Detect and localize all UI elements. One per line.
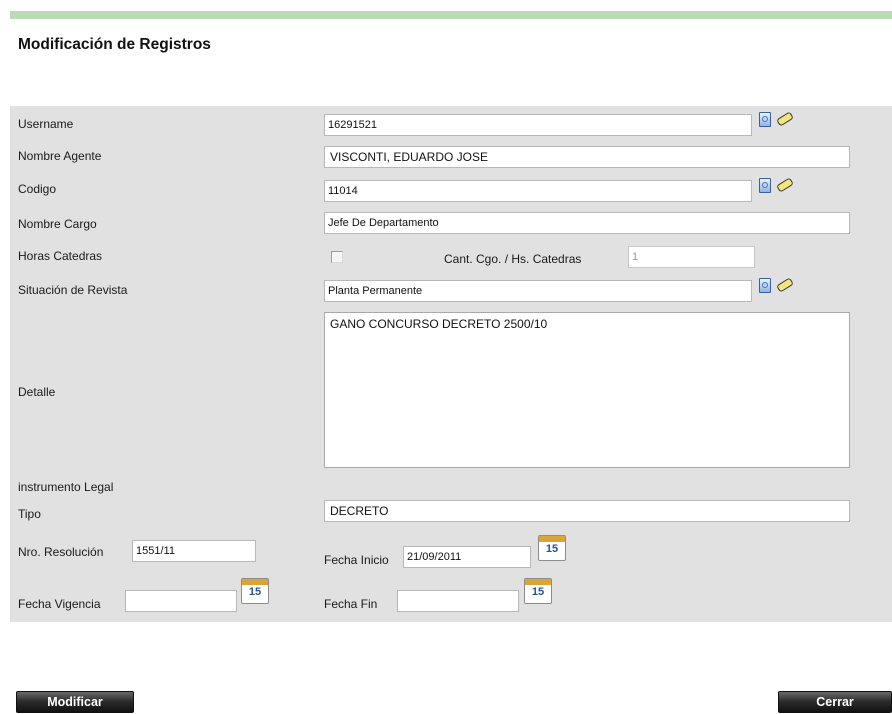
modificar-button[interactable]: Modificar — [16, 691, 134, 713]
username-lookup-icon[interactable] — [759, 112, 771, 127]
tipo-field[interactable]: DECRETO — [324, 500, 850, 522]
nombre-cargo-field[interactable]: Jefe De Departamento — [324, 212, 850, 234]
fecha-inicio-label: Fecha Inicio — [324, 553, 389, 567]
fecha-inicio-calendar-icon[interactable]: 15 — [538, 535, 566, 561]
cant-cgo-field[interactable]: 1 — [628, 246, 755, 268]
codigo-field[interactable]: 11014 — [324, 180, 752, 202]
tipo-label: Tipo — [18, 507, 41, 521]
username-label: Username — [18, 117, 74, 131]
fecha-vigencia-field[interactable] — [125, 590, 237, 612]
nro-resolucion-label: Nro. Resolución — [18, 545, 104, 559]
page-title: Modificación de Registros — [18, 36, 211, 53]
nombre-cargo-label: Nombre Cargo — [18, 217, 97, 231]
calendar-day-text: 15 — [545, 543, 559, 555]
nro-resolucion-field[interactable]: 1551/11 — [132, 540, 256, 562]
situacion-revista-field[interactable]: Planta Permanente — [324, 280, 752, 302]
fecha-vigencia-calendar-icon[interactable]: 15 — [241, 578, 269, 604]
codigo-label: Codigo — [18, 182, 57, 196]
fecha-fin-label: Fecha Fin — [324, 597, 378, 611]
calendar-day-text: 15 — [248, 586, 262, 598]
codigo-lookup-icon[interactable] — [759, 178, 771, 193]
fecha-fin-field[interactable] — [397, 590, 519, 612]
instrumento-legal-label: instrumento Legal — [18, 480, 114, 494]
cerrar-button[interactable]: Cerrar — [778, 691, 892, 713]
horas-catedras-checkbox[interactable] — [331, 251, 343, 263]
detalle-label: Detalle — [18, 385, 56, 399]
username-field[interactable]: 16291521 — [324, 114, 752, 136]
nombre-agente-label: Nombre Agente — [18, 149, 102, 163]
situacion-lookup-icon[interactable] — [759, 278, 771, 293]
situacion-revista-label: Situación de Revista — [18, 283, 128, 297]
fecha-fin-calendar-icon[interactable]: 15 — [524, 578, 552, 604]
nombre-agente-field[interactable]: VISCONTI, EDUARDO JOSE — [324, 146, 850, 168]
cant-cgo-label: Cant. Cgo. / Hs. Catedras — [444, 252, 582, 266]
calendar-day-text: 15 — [531, 586, 545, 598]
header-accent-bar — [10, 11, 892, 19]
detalle-textarea[interactable]: GANO CONCURSO DECRETO 2500/10 — [324, 312, 850, 468]
fecha-inicio-field[interactable]: 21/09/2011 — [403, 546, 531, 568]
horas-catedras-label: Horas Catedras — [18, 249, 103, 263]
fecha-vigencia-label: Fecha Vigencia — [18, 597, 101, 611]
